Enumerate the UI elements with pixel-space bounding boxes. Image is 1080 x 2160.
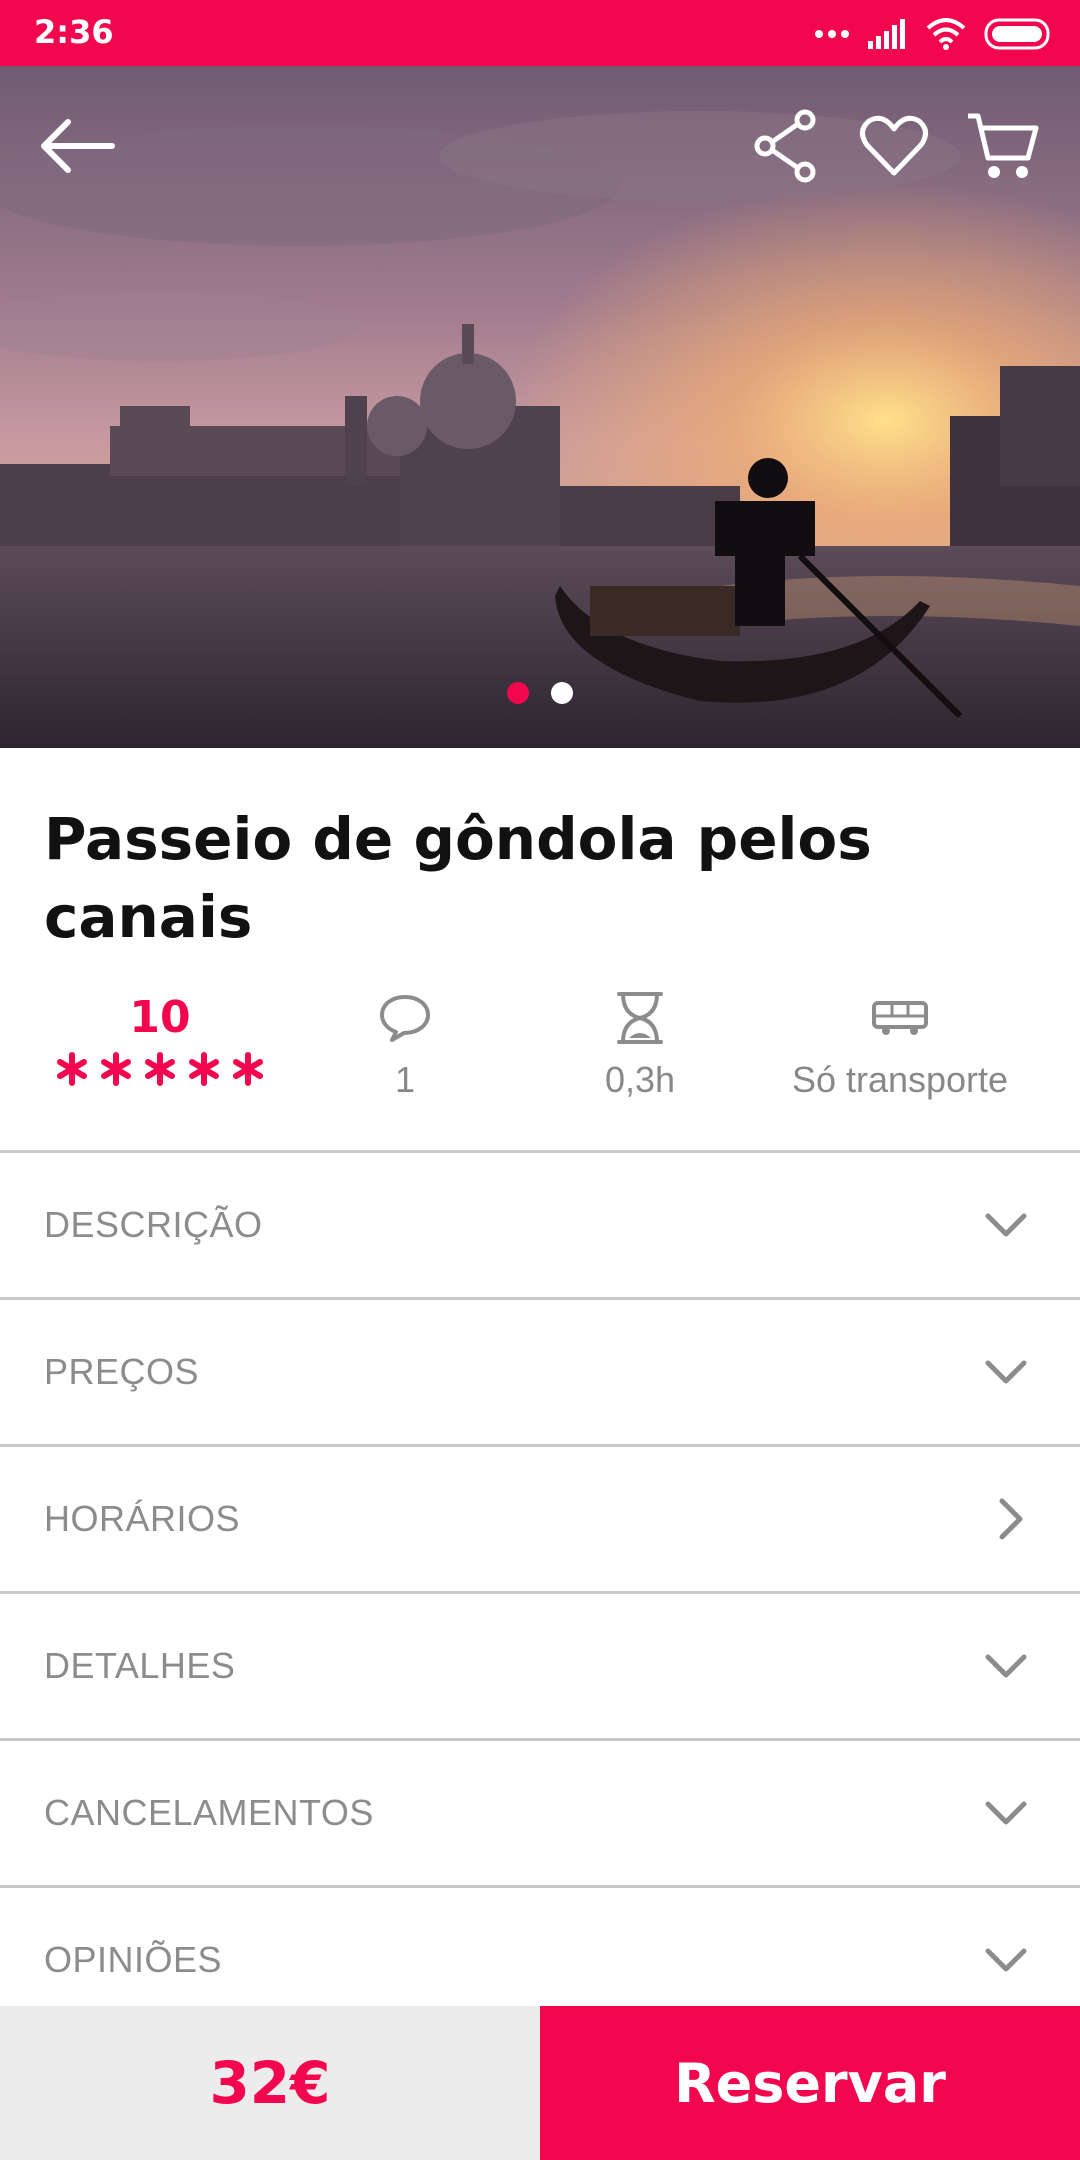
cart-icon	[968, 113, 1039, 178]
heart-icon	[860, 115, 928, 176]
chevron-down-icon	[985, 1948, 1027, 1972]
duration-value: 0,3h	[604, 1059, 676, 1100]
wifi-icon	[926, 18, 966, 50]
status-bar: 2:36	[0, 0, 1080, 66]
comments-count: 1	[394, 1059, 416, 1100]
share-button[interactable]	[744, 104, 828, 188]
comments-stat[interactable]: 1	[320, 990, 490, 1110]
star-icon	[101, 1052, 131, 1086]
chevron-down-icon	[985, 1801, 1027, 1825]
star-icon	[145, 1052, 175, 1086]
rating-stars	[40, 1052, 280, 1086]
section-label: DESCRIÇÃO	[44, 1204, 263, 1245]
signal-icon	[868, 19, 905, 49]
transport-stat: Só transporte	[760, 990, 1040, 1110]
status-time: 2:36	[34, 13, 114, 51]
comment-icon	[380, 995, 430, 1042]
chevron-down-icon	[985, 1213, 1027, 1237]
section-precos[interactable]: PREÇOS	[0, 1300, 1080, 1447]
share-icon	[754, 109, 816, 183]
hourglass-icon	[617, 992, 663, 1044]
stats-row: 10 1 0,3h Só transporte	[0, 990, 1080, 1110]
duration-stat: 0,3h	[560, 990, 720, 1110]
carousel-dots	[0, 682, 1080, 704]
rating-stat[interactable]: 10	[40, 990, 280, 1086]
transport-value: Só transporte	[791, 1059, 1009, 1100]
bus-icon	[872, 1001, 928, 1035]
section-label: DETALHES	[44, 1645, 236, 1686]
star-icon	[233, 1052, 263, 1086]
carousel-dot-1[interactable]	[507, 682, 529, 704]
page-title: Passeio de gôndola pelos canais	[44, 805, 872, 951]
rating-value: 10	[129, 992, 191, 1043]
arrow-left-icon	[41, 119, 115, 173]
battery-icon	[984, 18, 1050, 50]
carousel-dot-2[interactable]	[551, 682, 573, 704]
sections-list: DESCRIÇÃO PREÇOS HORÁRIOS DETALHES CANCE…	[0, 1153, 1080, 2032]
section-horarios[interactable]: HORÁRIOS	[0, 1447, 1080, 1594]
chevron-right-icon	[999, 1498, 1023, 1540]
section-descricao[interactable]: DESCRIÇÃO	[0, 1153, 1080, 1300]
star-icon	[189, 1052, 219, 1086]
favorite-button[interactable]	[852, 104, 936, 188]
back-button[interactable]	[34, 104, 118, 188]
section-label: CANCELAMENTOS	[44, 1792, 374, 1833]
price-value: 32€	[0, 2006, 540, 2160]
section-detalhes[interactable]: DETALHES	[0, 1594, 1080, 1741]
more-dots-icon	[815, 30, 849, 38]
section-label: PREÇOS	[44, 1351, 200, 1392]
reserve-button[interactable]: Reservar	[540, 2006, 1080, 2160]
status-icons	[814, 16, 1052, 52]
chevron-down-icon	[985, 1360, 1027, 1384]
star-icon	[57, 1052, 87, 1086]
hero-carousel[interactable]	[0, 66, 1080, 748]
cart-button[interactable]	[960, 104, 1044, 188]
bottom-bar: 32€ Reservar	[0, 2006, 1080, 2160]
chevron-down-icon	[985, 1654, 1027, 1678]
section-label: HORÁRIOS	[44, 1498, 241, 1539]
section-cancelamentos[interactable]: CANCELAMENTOS	[0, 1741, 1080, 1888]
